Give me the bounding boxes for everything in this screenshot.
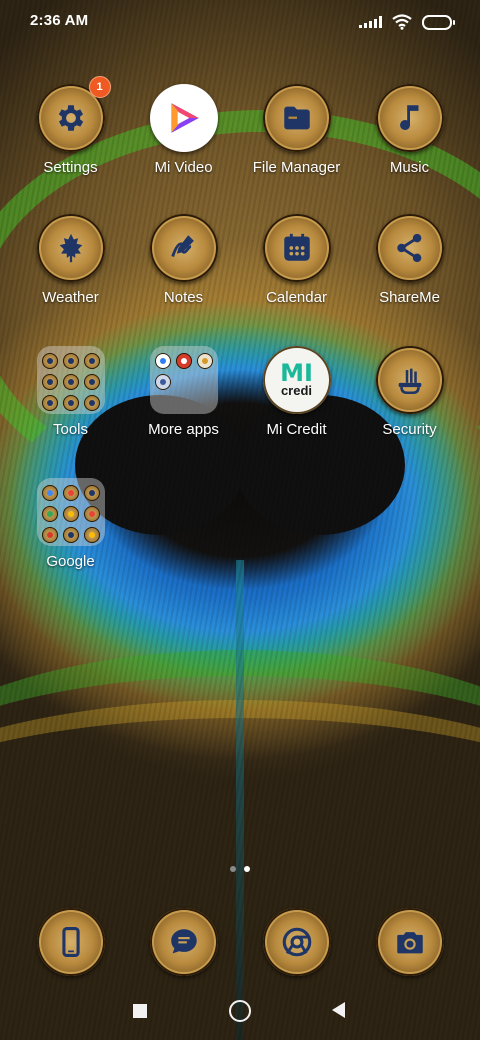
app-label: Mi Video	[154, 159, 213, 176]
home-button[interactable]	[229, 1000, 251, 1022]
back-button[interactable]	[332, 1002, 345, 1018]
camera-icon	[375, 908, 444, 976]
app-mi-credit[interactable]: MI credi Mi Credit	[240, 346, 353, 466]
mini-app-icon	[154, 374, 171, 390]
folder-google[interactable]: Google	[14, 478, 127, 598]
mini-app-icon	[41, 353, 58, 369]
mini-app-icon	[62, 485, 79, 501]
mini-app-icon	[83, 395, 100, 411]
mi-credit-logo-icon: MI credi	[262, 346, 331, 414]
mini-app-icon	[62, 395, 79, 411]
share-icon	[375, 214, 444, 282]
app-label: Google	[46, 553, 95, 570]
page-indicator	[0, 866, 480, 874]
mini-app-icon	[83, 374, 100, 390]
pen-note-icon	[149, 214, 218, 282]
dock-phone[interactable]	[14, 908, 127, 978]
app-label: Mi Credit	[266, 421, 327, 438]
app-label: Settings	[43, 159, 98, 176]
dock-chrome[interactable]	[240, 908, 353, 978]
mini-app-icon	[62, 527, 79, 543]
app-file-manager[interactable]: File Manager	[240, 84, 353, 204]
app-label: Music	[389, 159, 430, 176]
notification-badge: 1	[88, 76, 111, 98]
security-shield-icon	[375, 346, 444, 414]
app-music[interactable]: Music	[353, 84, 466, 204]
mini-app-icon	[41, 485, 58, 501]
folder-icon	[36, 346, 105, 414]
mini-app-icon	[83, 485, 100, 501]
mini-app-icon	[83, 353, 100, 369]
mini-app-icon	[62, 374, 79, 390]
page-dot-active	[244, 866, 250, 872]
app-shareme[interactable]: ShareMe	[353, 214, 466, 334]
calendar-icon	[262, 214, 331, 282]
mini-app-icon	[83, 506, 100, 522]
phone-icon	[36, 908, 105, 976]
signal-icon	[359, 16, 382, 28]
app-label: More apps	[148, 421, 219, 438]
mini-app-icon	[175, 353, 192, 369]
app-label: Tools	[52, 421, 89, 438]
mini-app-icon	[62, 506, 79, 522]
mi-video-logo-icon	[149, 84, 218, 152]
folder-icon	[262, 84, 331, 152]
status-icons	[359, 13, 455, 31]
app-label: Weather	[42, 289, 99, 306]
folder-icon	[36, 478, 105, 546]
status-bar: 2:36 AM	[0, 0, 480, 44]
mini-app-icon	[41, 527, 58, 543]
app-label: Calendar	[266, 289, 327, 306]
mi-credit-logo-subtext: credi	[280, 383, 313, 398]
status-time: 2:36 AM	[30, 12, 89, 29]
music-note-icon	[375, 84, 444, 152]
mini-app-icon	[154, 353, 171, 369]
app-security[interactable]: Security	[353, 346, 466, 466]
maple-leaf-icon	[36, 214, 105, 282]
dock-camera[interactable]	[353, 908, 466, 978]
battery-icon	[422, 14, 455, 30]
mini-app-icon	[83, 527, 100, 543]
mini-app-icon	[62, 353, 79, 369]
folder-more-apps[interactable]: More apps	[127, 346, 240, 466]
dock-messages[interactable]	[127, 908, 240, 978]
mini-app-icon	[41, 395, 58, 411]
recents-button[interactable]	[133, 1004, 147, 1018]
app-mi-video[interactable]: Mi Video	[127, 84, 240, 204]
app-calendar[interactable]: Calendar	[240, 214, 353, 334]
mini-app-icon	[41, 374, 58, 390]
folder-icon	[149, 346, 218, 414]
mi-credit-logo-text: MI	[280, 359, 313, 387]
app-label: ShareMe	[379, 289, 440, 306]
wifi-icon	[392, 14, 412, 30]
app-notes[interactable]: Notes	[127, 214, 240, 334]
navigation-bar	[0, 990, 480, 1034]
chrome-icon	[262, 908, 331, 976]
app-label: Notes	[163, 289, 204, 306]
page-dot	[230, 866, 236, 872]
mini-app-icon	[41, 506, 58, 522]
gear-icon: 1	[36, 76, 111, 152]
app-label: File Manager	[252, 159, 341, 176]
mini-app-icon	[196, 353, 213, 369]
message-icon	[149, 908, 218, 976]
app-label: Security	[382, 421, 437, 438]
app-weather[interactable]: Weather	[14, 214, 127, 334]
folder-tools[interactable]: Tools	[14, 346, 127, 466]
app-settings[interactable]: 1 Settings	[14, 76, 127, 204]
